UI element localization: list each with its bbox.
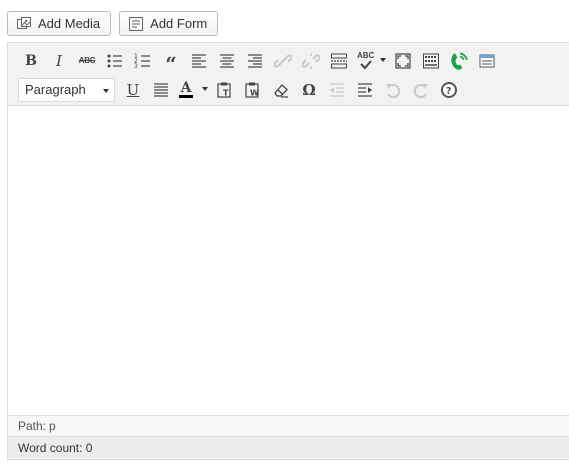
outdent-button[interactable] bbox=[323, 78, 351, 102]
svg-text:W: W bbox=[250, 88, 259, 97]
omega-icon: Ω bbox=[302, 80, 316, 99]
media-icon bbox=[16, 16, 32, 32]
indent-icon bbox=[358, 82, 372, 97]
bold-icon: B bbox=[25, 52, 37, 69]
clear-formatting-button[interactable] bbox=[267, 78, 295, 102]
media-buttons: Add Media Add Form bbox=[7, 11, 219, 36]
strikethrough-button[interactable]: ABC bbox=[73, 49, 101, 73]
undo-icon bbox=[386, 83, 401, 98]
text-color-dropdown-arrow[interactable] bbox=[202, 86, 208, 91]
toolbar-row-1: B I ABC 123 “ ABC bbox=[8, 46, 569, 75]
underline-icon: U bbox=[126, 80, 140, 99]
unlink-icon bbox=[302, 52, 320, 69]
outdent-icon bbox=[330, 82, 344, 97]
fullscreen-button[interactable] bbox=[389, 49, 417, 73]
help-icon: ? bbox=[441, 81, 457, 98]
format-select-value: Paragraph bbox=[25, 82, 86, 97]
rich-text-editor: B I ABC 123 “ ABC Paragraph U A T W Ω ? … bbox=[7, 42, 569, 460]
paste-word-icon: W bbox=[245, 82, 259, 98]
numbered-list-button[interactable]: 123 bbox=[129, 49, 157, 73]
align-center-icon bbox=[220, 53, 234, 68]
editor-content-area[interactable] bbox=[8, 106, 569, 415]
insert-link-button[interactable] bbox=[269, 49, 297, 73]
path-element-link[interactable]: p bbox=[49, 419, 56, 433]
bulleted-list-button[interactable] bbox=[101, 49, 129, 73]
add-media-label: Add Media bbox=[38, 16, 101, 31]
format-select[interactable]: Paragraph bbox=[18, 77, 115, 102]
align-left-button[interactable] bbox=[185, 49, 213, 73]
paste-as-text-button[interactable]: T bbox=[211, 78, 239, 102]
blockquote-button[interactable]: “ bbox=[157, 49, 185, 76]
fullscreen-icon bbox=[395, 52, 411, 69]
add-media-button[interactable]: Add Media bbox=[7, 11, 112, 36]
add-form-label: Add Form bbox=[150, 16, 208, 31]
svg-text:T: T bbox=[223, 88, 229, 97]
phone-plugin-button[interactable] bbox=[445, 49, 473, 73]
underline-button[interactable]: U bbox=[119, 78, 147, 102]
text-color-swatch bbox=[179, 94, 193, 98]
align-center-button[interactable] bbox=[213, 49, 241, 73]
form-icon bbox=[128, 16, 144, 32]
svg-text:3: 3 bbox=[134, 63, 138, 70]
eraser-icon bbox=[274, 83, 288, 98]
window-icon bbox=[479, 54, 495, 67]
align-right-icon bbox=[248, 53, 262, 68]
editor-toolbar: B I ABC 123 “ ABC Paragraph U A T W Ω ? bbox=[8, 43, 569, 106]
paste-from-word-button[interactable]: W bbox=[239, 78, 267, 102]
align-right-button[interactable] bbox=[241, 49, 269, 73]
kitchen-sink-icon bbox=[423, 53, 439, 68]
toolbar-toggle-button[interactable] bbox=[417, 49, 445, 73]
spellcheck-icon: ABC bbox=[357, 51, 374, 70]
bulleted-list-icon bbox=[107, 54, 122, 67]
spellcheck-button[interactable]: ABC bbox=[353, 49, 389, 73]
bold-button[interactable]: B bbox=[17, 49, 45, 73]
special-character-button[interactable]: Ω bbox=[295, 78, 323, 102]
media-plugin-button[interactable] bbox=[473, 49, 501, 73]
svg-text:?: ? bbox=[446, 86, 452, 97]
paste-text-icon: T bbox=[217, 82, 231, 98]
remove-link-button[interactable] bbox=[297, 49, 325, 73]
justify-button[interactable] bbox=[147, 78, 175, 102]
toolbar-row-2: Paragraph U A T W Ω ? bbox=[8, 75, 569, 104]
numbered-list-icon: 123 bbox=[134, 53, 150, 70]
quote-icon: “ bbox=[165, 51, 177, 76]
path-bar: Path: p bbox=[8, 415, 569, 436]
align-left-icon bbox=[192, 53, 206, 68]
align-justify-icon bbox=[154, 82, 168, 97]
insert-more-button[interactable] bbox=[325, 49, 353, 73]
path-label: Path: bbox=[18, 419, 47, 433]
text-color-icon: A bbox=[179, 79, 193, 98]
help-button[interactable]: ? bbox=[435, 78, 463, 102]
indent-button[interactable] bbox=[351, 78, 379, 102]
spellcheck-dropdown-arrow[interactable] bbox=[380, 57, 386, 62]
chevron-down-icon bbox=[103, 88, 109, 93]
phone-icon bbox=[451, 51, 468, 70]
word-count-bar: Word count: 0 bbox=[8, 436, 569, 458]
word-count: Word count: 0 bbox=[18, 440, 93, 455]
text-color-button[interactable]: A bbox=[175, 78, 211, 102]
italic-icon: I bbox=[56, 51, 62, 70]
italic-button[interactable]: I bbox=[45, 49, 73, 73]
redo-button[interactable] bbox=[407, 78, 435, 102]
strikethrough-icon: ABC bbox=[78, 56, 96, 65]
link-icon bbox=[274, 53, 292, 68]
read-more-icon bbox=[331, 53, 347, 68]
redo-icon bbox=[413, 83, 428, 98]
undo-button[interactable] bbox=[379, 78, 407, 102]
add-form-button[interactable]: Add Form bbox=[119, 11, 219, 36]
